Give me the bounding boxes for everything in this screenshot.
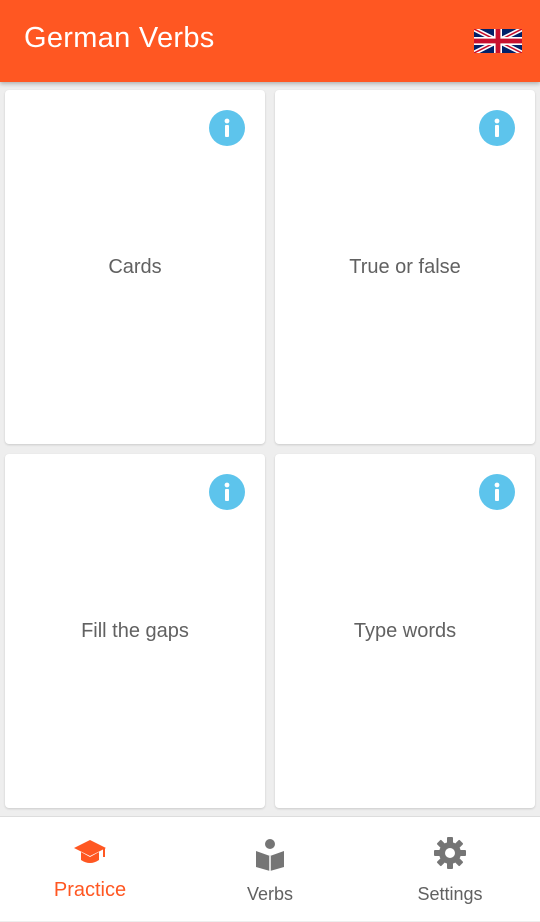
book-reader-icon [252, 835, 288, 871]
mode-card-label: True or false [349, 256, 461, 278]
nav-item-verbs[interactable]: Verbs [180, 817, 360, 922]
nav-label-practice: Practice [53, 879, 127, 901]
gear-icon [432, 835, 468, 871]
uk-flag-icon[interactable] [474, 29, 522, 53]
app-title: German Verbs [24, 22, 215, 54]
info-icon[interactable] [209, 474, 245, 510]
nav-item-practice[interactable]: Practice [0, 817, 180, 922]
bottom-navigation: Practice Verbs Settings [0, 816, 540, 921]
mode-card-label: Cards [108, 256, 162, 278]
info-icon[interactable] [479, 474, 515, 510]
mode-card-label: Type words [353, 620, 457, 642]
nav-item-settings[interactable]: Settings [360, 817, 540, 922]
mode-card-true-or-false[interactable]: True or false [275, 90, 535, 444]
mode-card-label: Fill the gaps [81, 620, 189, 642]
mode-card-fill-the-gaps[interactable]: Fill the gaps [5, 454, 265, 808]
app-bar: German Verbs [0, 0, 540, 82]
graduation-cap-icon [72, 835, 108, 871]
nav-label-settings: Settings [417, 884, 483, 904]
info-icon[interactable] [209, 110, 245, 146]
info-icon[interactable] [479, 110, 515, 146]
mode-card-cards[interactable]: Cards [5, 90, 265, 444]
practice-mode-grid: Cards True or false Fill the gaps Type w… [0, 82, 540, 816]
nav-label-verbs: Verbs [246, 884, 294, 904]
mode-card-type-words[interactable]: Type words [275, 454, 535, 808]
